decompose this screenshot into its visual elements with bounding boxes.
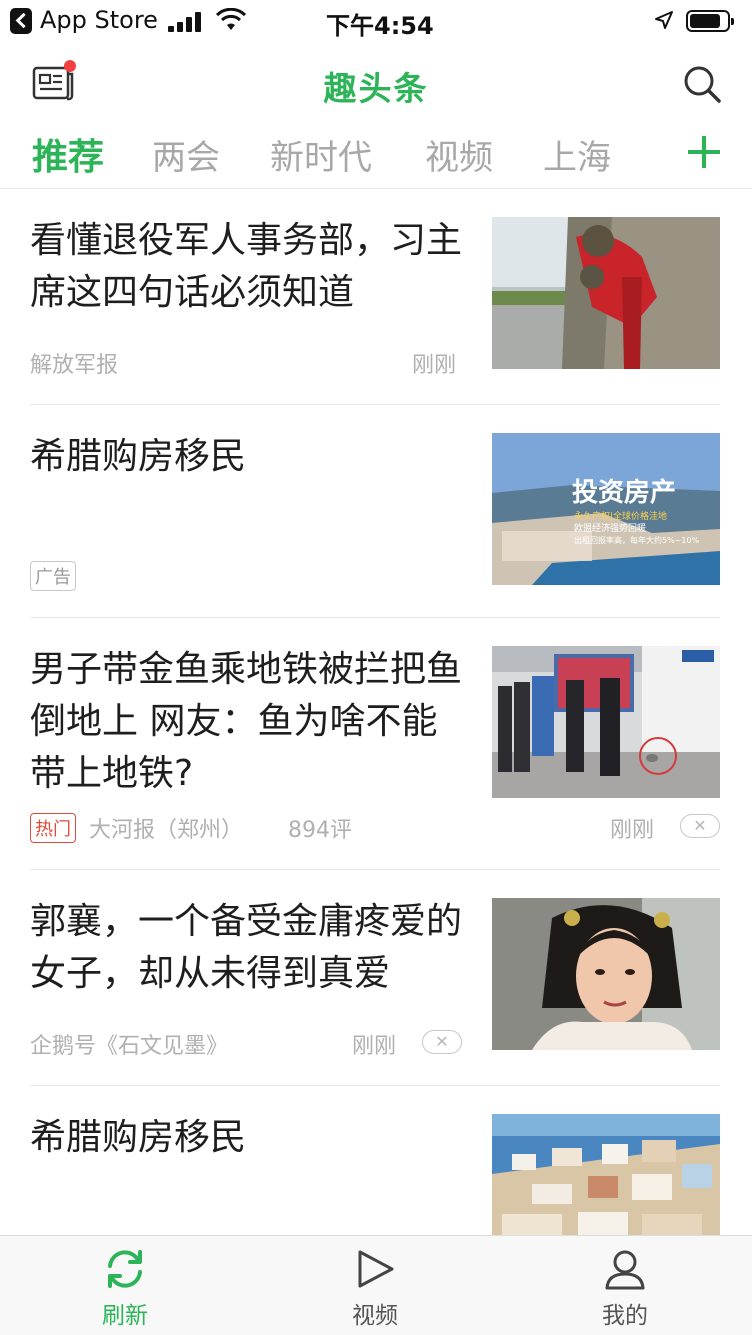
ad-headline[interactable]: 希腊购房移民 — [30, 1112, 470, 1164]
search-icon[interactable] — [682, 64, 722, 104]
news-thumbnail-subway[interactable] — [492, 646, 720, 798]
tab-two-sessions[interactable]: 两会 — [152, 130, 220, 179]
back-to-app-icon[interactable] — [10, 8, 32, 34]
news-item[interactable]: 看懂退役军人事务部，习主席这四句话必须知道 解放军报 刚刚 — [30, 189, 720, 405]
back-app-label[interactable]: App Store — [40, 6, 158, 34]
news-time: 刚刚 — [412, 353, 457, 378]
tabbar-video[interactable]: 视频 — [250, 1236, 500, 1335]
ad-thumb-line2: 欧盟经济强势回暖 — [574, 522, 646, 534]
tab-shanghai[interactable]: 上海 — [543, 130, 611, 179]
news-source: 大河报（郑州） — [89, 818, 244, 843]
dismiss-icon[interactable]: ✕ — [680, 814, 720, 838]
news-headline[interactable]: 男子带金鱼乘地铁被拦把鱼倒地上 网友：鱼为啥不能带上地铁? — [30, 644, 470, 800]
tab-recommend[interactable]: 推荐 — [32, 128, 104, 180]
app-title: 趣头条 — [323, 69, 429, 108]
news-time: 刚刚 — [610, 818, 655, 843]
ad-item[interactable]: 希腊购房移民 — [30, 1086, 720, 1235]
bottom-tab-bar: 刷新 视频 我的 — [0, 1235, 752, 1335]
ad-thumb-line3: 出租回报率高，每年大约5%~10% — [574, 535, 700, 545]
wifi-icon — [216, 8, 246, 30]
tabbar-refresh[interactable]: 刷新 — [0, 1236, 250, 1335]
ad-thumb-line1: 永久产权|全球价格洼地 — [574, 510, 667, 522]
news-time: 刚刚 — [352, 1034, 397, 1059]
tab-video[interactable]: 视频 — [425, 130, 493, 179]
tab-new-era[interactable]: 新时代 — [270, 130, 372, 179]
location-arrow-icon — [655, 11, 673, 29]
tabbar-label: 刷新 — [102, 1303, 148, 1329]
hot-tag: 热门 — [30, 813, 76, 843]
tabbar-label: 我的 — [602, 1303, 648, 1329]
play-icon — [358, 1250, 394, 1288]
news-item[interactable]: 男子带金鱼乘地铁被拦把鱼倒地上 网友：鱼为啥不能带上地铁? 热门 大河报（郑州）… — [30, 618, 720, 870]
news-headline[interactable]: 郭襄，一个备受金庸疼爱的女子，却从未得到真爱 — [30, 896, 470, 1000]
app-header: 趣头条 — [0, 48, 752, 120]
status-time: 下午4:54 — [326, 12, 434, 40]
news-thumbnail-soldiers[interactable] — [492, 217, 720, 369]
tabbar-label: 视频 — [352, 1303, 398, 1329]
add-channel-icon[interactable] — [686, 134, 722, 170]
news-item[interactable]: 郭襄，一个备受金庸疼爱的女子，却从未得到真爱 企鹅号《石文见墨》 刚刚 ✕ — [30, 870, 720, 1086]
refresh-icon — [108, 1250, 142, 1288]
news-headline[interactable]: 看懂退役军人事务部，习主席这四句话必须知道 — [30, 215, 470, 319]
tabbar-me[interactable]: 我的 — [500, 1236, 750, 1335]
news-thumbnail-portrait[interactable] — [492, 898, 720, 1050]
news-source: 解放军报 — [30, 353, 119, 378]
ad-thumbnail-property[interactable]: 投资房产 永久产权|全球价格洼地 欧盟经济强势回暖 出租回报率高，每年大约5%~… — [492, 433, 720, 585]
category-tabs: 推荐 两会 新时代 视频 上海 — [0, 122, 752, 189]
ad-headline[interactable]: 希腊购房移民 — [30, 431, 470, 483]
user-icon — [605, 1250, 645, 1290]
news-source: 企鹅号《石文见墨》 — [30, 1034, 229, 1059]
ad-thumbnail-santorini[interactable] — [492, 1114, 720, 1235]
ad-tag: 广告 — [30, 561, 76, 591]
news-feed: 看懂退役军人事务部，习主席这四句话必须知道 解放军报 刚刚 希腊购房移民 广告 — [0, 189, 752, 1235]
cellular-signal-icon — [168, 12, 204, 32]
ad-thumb-headline: 投资房产 — [572, 478, 676, 508]
ad-item[interactable]: 希腊购房移民 广告 投资房产 永久产权|全球价格洼地 欧盟经济强势回暖 出租回报… — [30, 405, 720, 618]
comment-count[interactable]: 894评 — [288, 818, 352, 843]
dismiss-icon[interactable]: ✕ — [422, 1030, 462, 1054]
battery-icon — [686, 10, 734, 32]
status-bar: App Store 下午4:54 — [0, 0, 752, 42]
